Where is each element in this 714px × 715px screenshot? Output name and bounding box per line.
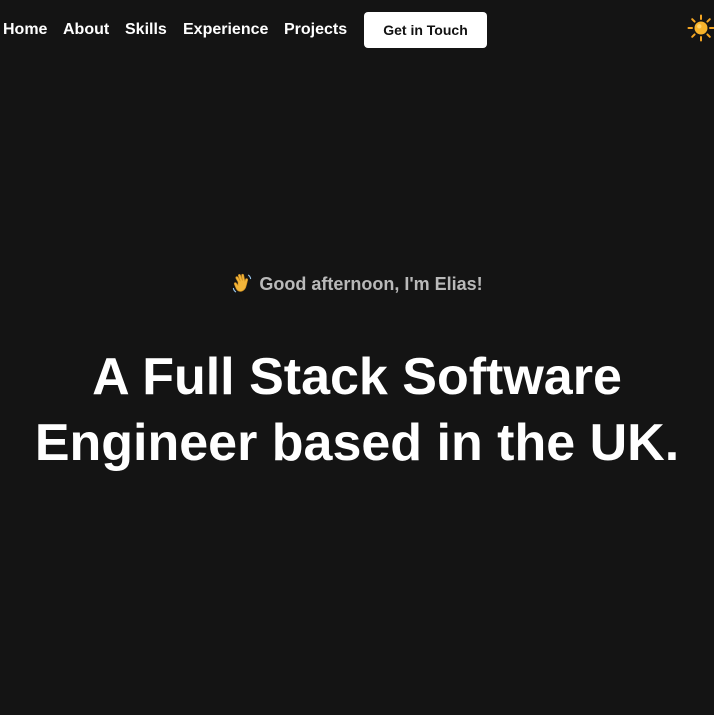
nav-link-projects[interactable]: Projects	[284, 20, 347, 40]
nav-link-home[interactable]: Home	[3, 20, 47, 40]
nav-link-experience[interactable]: Experience	[183, 20, 268, 40]
hero-greeting: Good afternoon, I'm Elias!	[0, 272, 714, 295]
nav-link-skills[interactable]: Skills	[125, 20, 167, 40]
top-navigation: Home About Skills Experience Projects Ge…	[0, 0, 714, 60]
hero-greeting-text: Good afternoon, I'm Elias!	[259, 274, 483, 294]
page: Home About Skills Experience Projects Ge…	[0, 0, 714, 715]
theme-toggle-button[interactable]	[687, 14, 714, 42]
sun-icon	[687, 14, 714, 42]
get-in-touch-button[interactable]: Get in Touch	[364, 12, 487, 48]
waving-hand-icon	[233, 273, 252, 293]
hero-headline: A Full Stack Software Engineer based in …	[34, 348, 680, 472]
nav-link-about[interactable]: About	[63, 20, 109, 40]
